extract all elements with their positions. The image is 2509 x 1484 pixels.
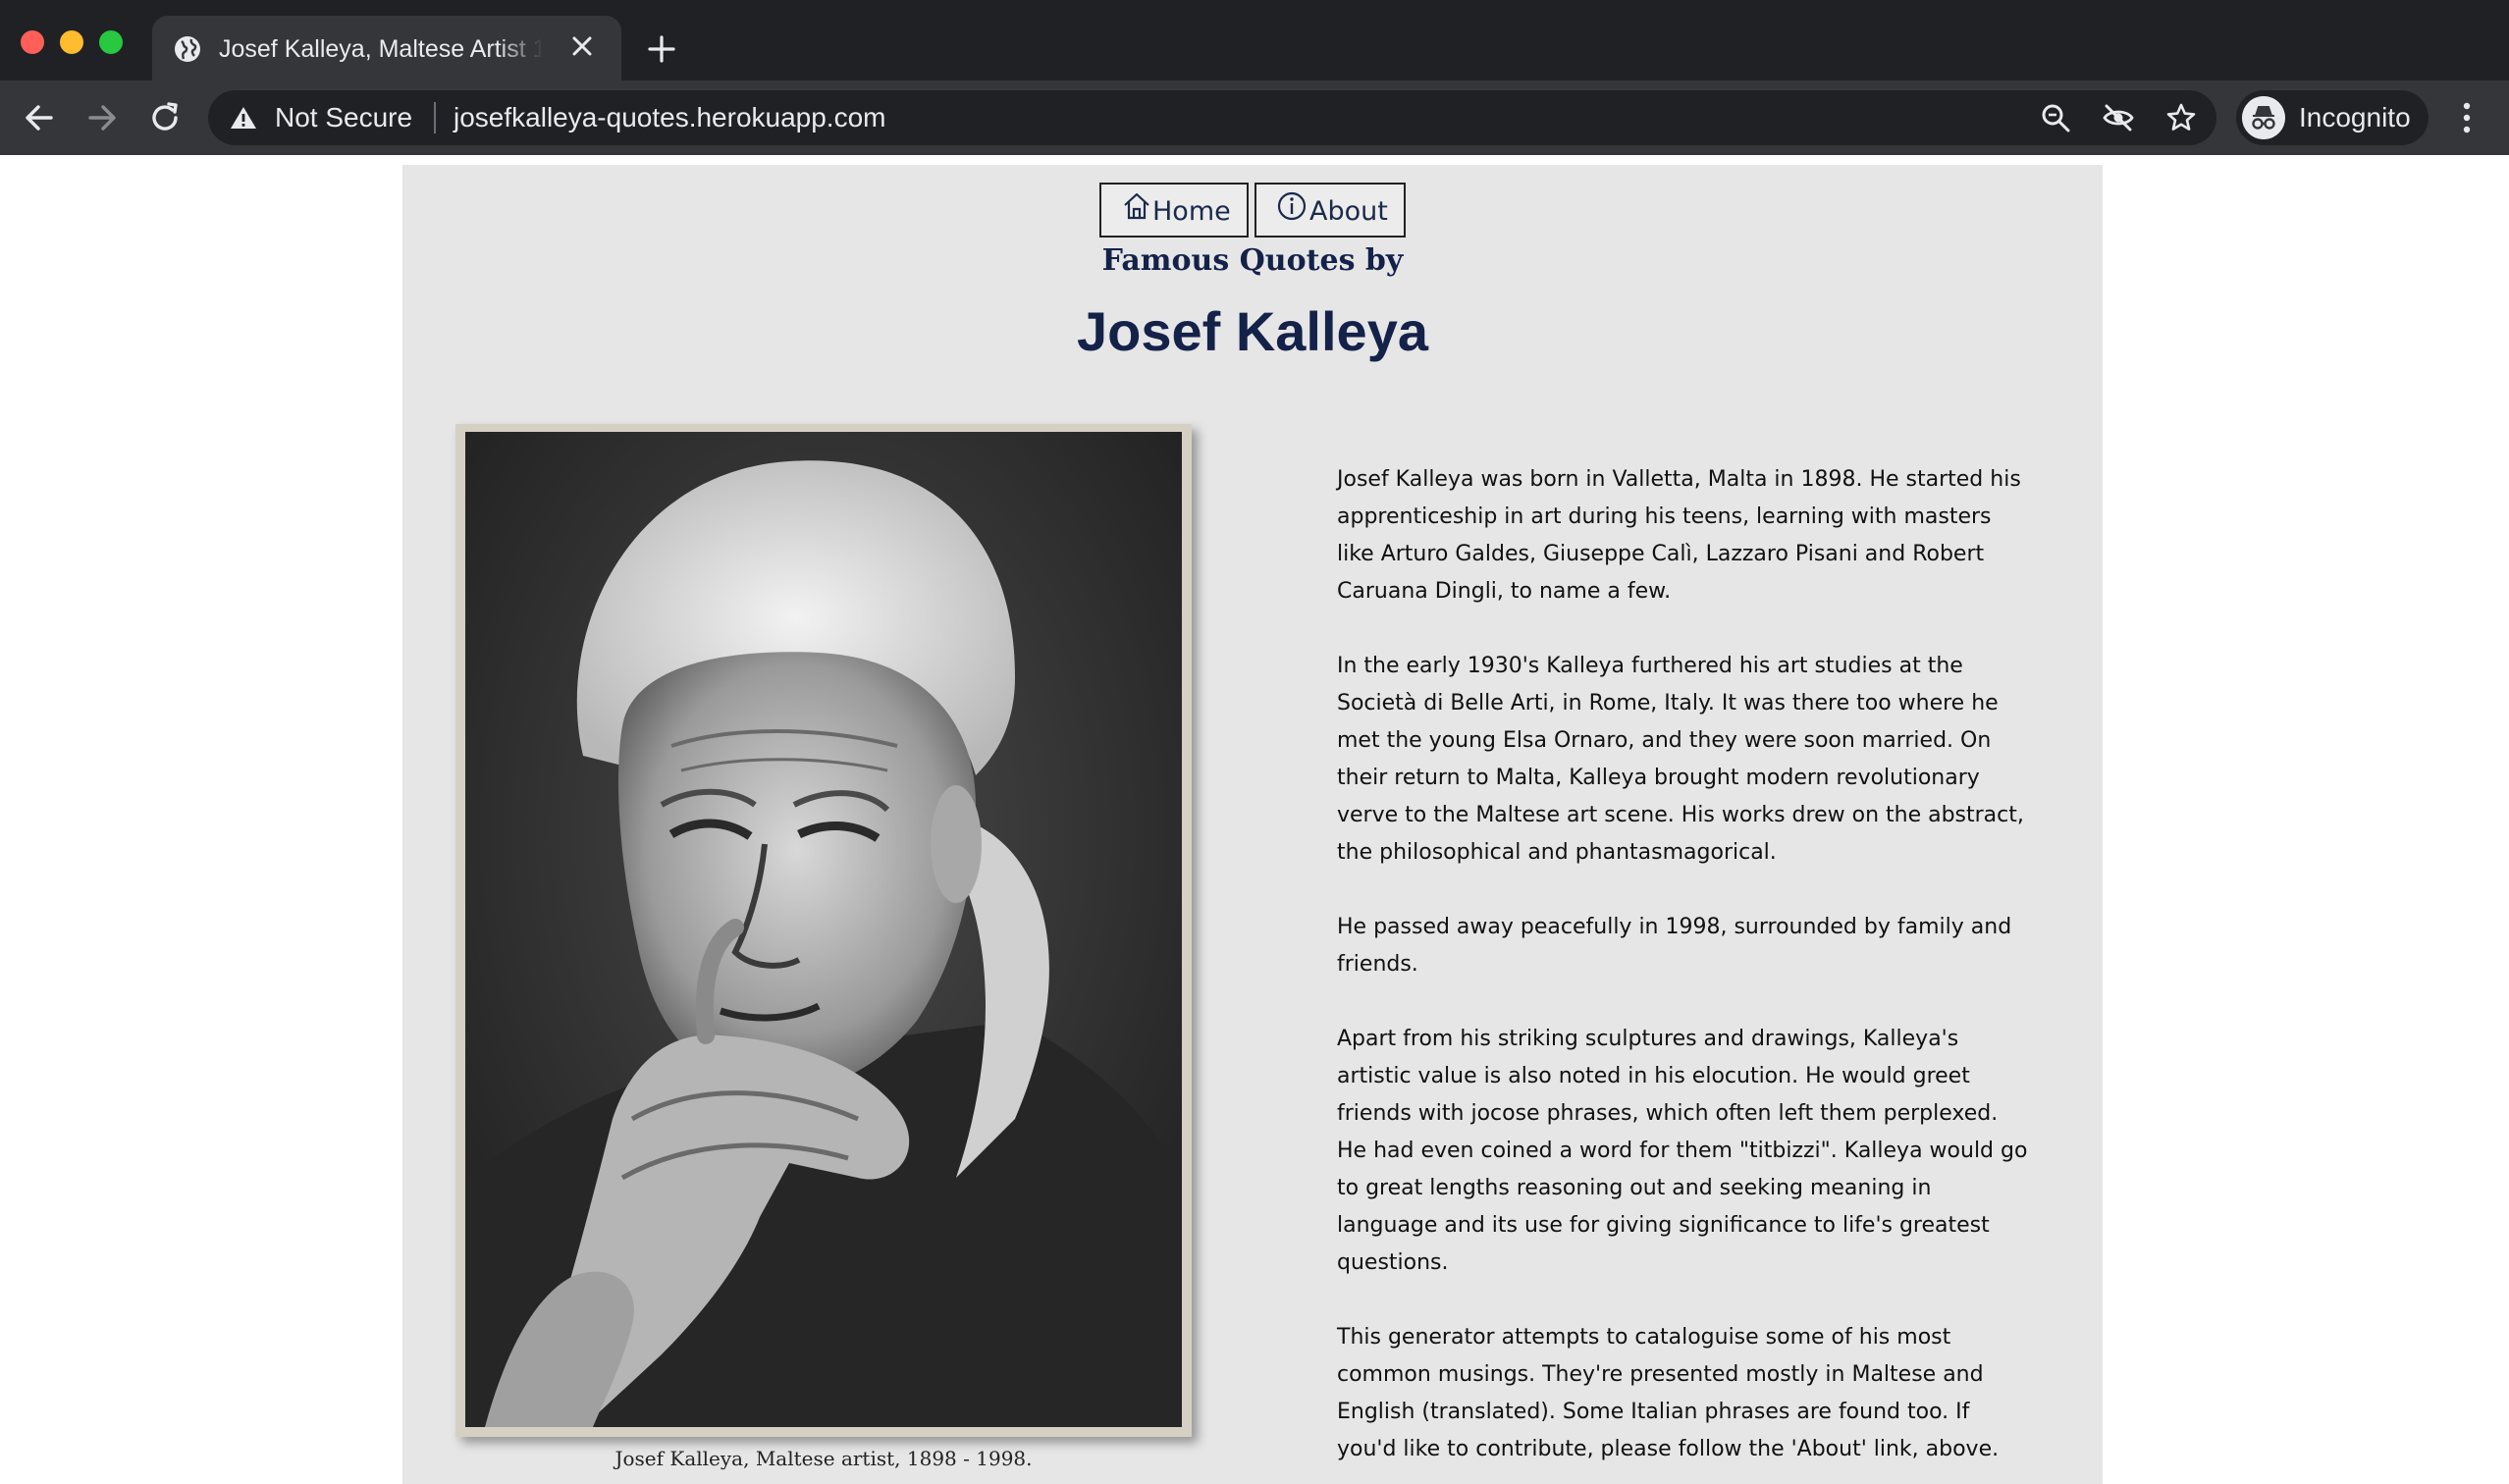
bio-paragraph: This generator attempts to cataloguise s…	[1337, 1325, 2000, 1461]
bio-paragraph: He passed away peacefully in 1998, surro…	[1337, 915, 2012, 977]
browser-toolbar: Not Secure josefkalleya-quotes.herokuapp…	[0, 80, 2509, 155]
tab-close-icon[interactable]	[569, 33, 595, 59]
content-panel: Home About Famous Quotes by Josef Kalley…	[402, 165, 2103, 1484]
bio-paragraph: Josef Kalleya was born in Valletta, Malt…	[1337, 467, 2021, 604]
web-page: Home About Famous Quotes by Josef Kalley…	[0, 155, 2509, 1484]
warning-icon[interactable]	[230, 105, 257, 131]
home-button[interactable]: Home	[1099, 183, 1249, 238]
url-text[interactable]: josefkalleya-quotes.herokuapp.com	[454, 100, 885, 135]
bio-paragraph: In the early 1930's Kalleya furthered hi…	[1337, 654, 2024, 865]
home-icon	[1124, 192, 1149, 220]
window-minimize-button[interactable]	[60, 30, 83, 54]
incognito-profile-button[interactable]: Incognito	[2236, 90, 2429, 145]
address-separator	[434, 102, 436, 133]
browser-tab-active[interactable]: Josef Kalleya, Maltese Artist 1898 - 199…	[152, 16, 621, 80]
address-bar[interactable]: Not Secure josefkalleya-quotes.herokuapp…	[208, 90, 2216, 145]
about-button[interactable]: About	[1254, 183, 1406, 238]
portrait-illustration	[465, 432, 1182, 1427]
page-title: Josef Kalleya	[1077, 300, 1428, 362]
tracking-blocked-eye-icon[interactable]	[2103, 102, 2134, 133]
forward-arrow-icon[interactable]	[82, 98, 122, 137]
security-status-label[interactable]: Not Secure	[275, 100, 412, 135]
browser-tab-strip: Josef Kalleya, Maltese Artist 1898 - 199…	[0, 0, 2509, 80]
window-close-button[interactable]	[21, 30, 44, 54]
back-arrow-icon[interactable]	[20, 98, 59, 137]
browser-menu-icon[interactable]	[2452, 98, 2482, 137]
bookmark-star-icon[interactable]	[2165, 102, 2197, 133]
new-tab-icon[interactable]	[646, 33, 677, 65]
biography-text: Josef Kalleya was born in Valletta, Malt…	[1337, 461, 2034, 1484]
about-button-label: About	[1309, 196, 1388, 227]
portrait-photo	[465, 432, 1182, 1427]
incognito-label: Incognito	[2299, 102, 2411, 132]
info-icon	[1277, 191, 1307, 221]
zoom-magnifier-icon[interactable]	[2040, 102, 2071, 133]
incognito-icon	[2242, 96, 2285, 139]
reload-icon[interactable]	[145, 98, 185, 137]
globe-icon	[175, 36, 200, 62]
window-zoom-button[interactable]	[99, 30, 123, 54]
page-subtitle: Famous Quotes by	[1101, 243, 1404, 278]
portrait-photo-frame	[455, 424, 1192, 1437]
home-button-label: Home	[1152, 196, 1231, 227]
tab-title: Josef Kalleya, Maltese Artist 1898 - 199…	[219, 35, 543, 63]
photo-caption: Josef Kalleya, Maltese artist, 1898 - 19…	[614, 1447, 1033, 1470]
bio-paragraph: Apart from his striking sculptures and d…	[1337, 1027, 2028, 1275]
